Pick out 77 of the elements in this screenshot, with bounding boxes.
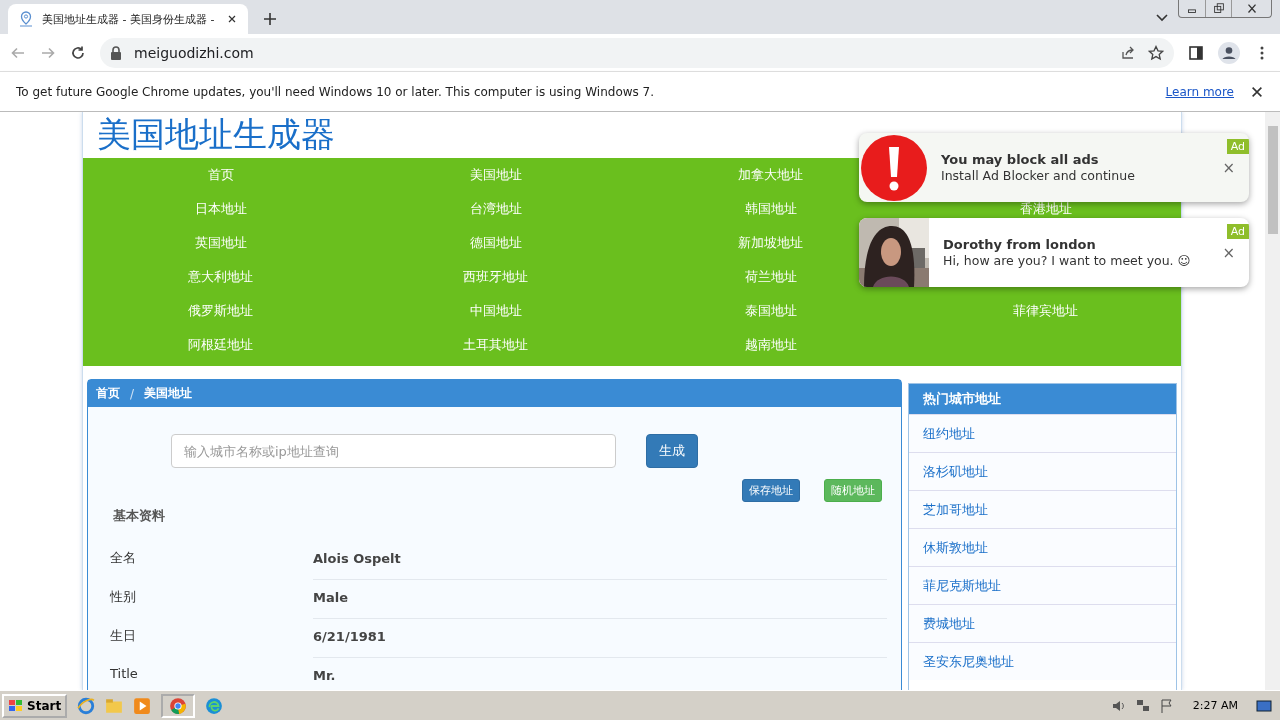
city-link[interactable]: 费城地址	[908, 604, 1176, 642]
city-link[interactable]: 圣安东尼奥地址	[908, 642, 1176, 680]
ad-text: Hi, how are you? I want to meet you. ☺	[943, 253, 1192, 268]
ad-popup[interactable]: You may block all ads Install Ad Blocker and continue Ad ×	[859, 133, 1249, 202]
address-bar[interactable]: meiguodizhi.com	[100, 37, 1174, 68]
flag-icon[interactable]	[1158, 697, 1175, 714]
scrollbar[interactable]	[1265, 112, 1280, 690]
city-link[interactable]: 菲尼克斯地址	[908, 566, 1176, 604]
nav-link[interactable]: 俄罗斯地址	[83, 294, 358, 328]
ad-label: Ad	[1226, 224, 1249, 239]
city-link[interactable]: 纽约地址	[908, 414, 1176, 452]
nav-link[interactable]: 菲律宾地址	[908, 294, 1183, 328]
nav-link[interactable]: 土耳其地址	[358, 328, 633, 362]
site-logo[interactable]: 美国地址生成器	[97, 112, 335, 158]
field-label: Title	[110, 665, 139, 683]
close-button[interactable]: ×	[1222, 159, 1235, 177]
ad-title: You may block all ads	[941, 152, 1100, 167]
field-value: Mr.	[313, 667, 337, 685]
restore-icon[interactable]	[1211, 1, 1226, 16]
exclamation-icon	[861, 134, 927, 201]
generate-button[interactable]: 生成	[646, 434, 698, 468]
close-button[interactable]: ×	[1222, 244, 1235, 262]
learn-more-link[interactable]: Learn more	[1165, 84, 1234, 99]
reload-icon[interactable]	[70, 44, 86, 61]
nav-link[interactable]: 中国地址	[358, 294, 633, 328]
nav-link[interactable]: 美国地址	[358, 158, 633, 192]
plus-icon[interactable]	[262, 11, 278, 27]
nav-link[interactable]: 英国地址	[83, 226, 358, 260]
network-icon[interactable]	[1134, 697, 1151, 714]
star-icon[interactable]	[1148, 44, 1164, 61]
nav-link[interactable]: 阿根廷地址	[83, 328, 358, 362]
breadcrumb-separator: /	[130, 386, 135, 401]
field-value: 6/21/1981	[313, 619, 887, 658]
map-pin-icon	[18, 11, 34, 27]
action-button[interactable]: 随机地址	[823, 479, 882, 502]
city-link[interactable]: 洛杉矶地址	[908, 452, 1176, 490]
start-button[interactable]: Start	[2, 693, 68, 718]
nav-link[interactable]: 台湾地址	[358, 192, 633, 226]
nav-link[interactable]: 日本地址	[83, 192, 358, 226]
sidebar-title: 热门城市地址	[908, 384, 1176, 414]
profile-avatar-icon[interactable]	[1218, 41, 1240, 64]
field-value: Alois Ospelt	[313, 541, 887, 580]
field-value: Male	[313, 580, 887, 619]
side-panel-icon[interactable]	[1188, 44, 1204, 61]
city-link[interactable]: 芝加哥地址	[908, 490, 1176, 528]
breadcrumb-link[interactable]: 首页	[96, 385, 120, 402]
search-field[interactable]: 输入城市名称或ip地址查询	[171, 434, 616, 468]
field-label: 全名	[110, 549, 137, 567]
nav-link[interactable]: 越南地址	[633, 328, 908, 362]
field-label: 性别	[110, 588, 137, 606]
url-text: meiguodizhi.com	[134, 44, 255, 61]
ad-popup[interactable]: Dorothy from london Hi, how are you? I want to meet you. ☺ Ad ×	[859, 218, 1249, 287]
ad-title: Dorothy from london	[943, 237, 1097, 252]
nav-link[interactable]: 首页	[83, 158, 358, 192]
breadcrumb-link[interactable]: 美国地址	[144, 385, 193, 402]
nav-link[interactable]: 西班牙地址	[358, 260, 633, 294]
ie-icon[interactable]	[77, 696, 96, 715]
share-icon[interactable]	[1120, 44, 1136, 61]
city-link[interactable]: 休斯敦地址	[908, 528, 1176, 566]
action-button[interactable]: 保存地址	[741, 479, 800, 502]
ad-label: Ad	[1226, 139, 1249, 154]
close-icon[interactable]	[1250, 84, 1264, 99]
tab-title: 美国地址生成器 - 美国身份生成器 -	[42, 11, 216, 27]
nav-link[interactable]: 意大利地址	[83, 260, 358, 294]
browser-tab[interactable]: 美国地址生成器 - 美国身份生成器 -	[8, 4, 248, 34]
nav-link[interactable]: 德国地址	[358, 226, 633, 260]
windows-logo-icon	[8, 698, 24, 713]
ad-text: Install Ad Blocker and continue	[941, 168, 1136, 183]
close-icon[interactable]	[226, 13, 238, 25]
field-label: 生日	[110, 627, 137, 645]
section-title: 基本资料	[112, 507, 166, 525]
show-desktop-icon[interactable]	[1256, 697, 1272, 714]
lock-icon	[110, 45, 122, 60]
clock: 2:27 AM	[1191, 699, 1239, 712]
chrome-icon[interactable]	[169, 696, 188, 715]
update-message: To get future Google Chrome updates, you'll need Windows 10 or later. This computer is using Windows 7.	[16, 84, 656, 99]
nav-link[interactable]: 泰国地址	[633, 294, 908, 328]
